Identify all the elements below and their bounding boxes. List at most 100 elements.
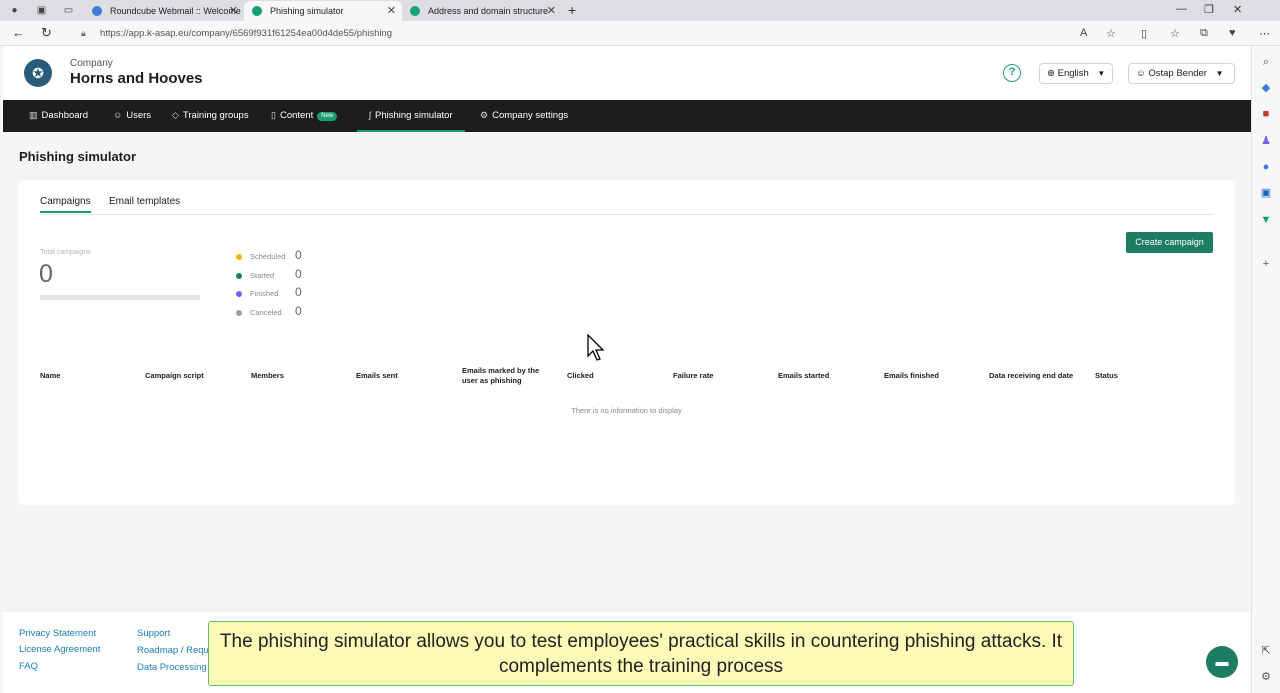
add-sidebar-icon[interactable]: + — [1260, 258, 1272, 270]
sidebar-settings-icon[interactable]: ⚙ — [1260, 671, 1272, 683]
column-emails-finished[interactable]: Emails finished — [884, 371, 939, 381]
column-data-receiving-end-date[interactable]: Data receiving end date — [989, 371, 1073, 381]
nav-label: Training groups — [182, 110, 249, 121]
new-tab-icon[interactable]: + — [568, 2, 576, 18]
tab-title: Address and domain structure — [428, 6, 549, 16]
tab-campaigns[interactable]: Campaigns — [40, 196, 91, 213]
nav-item-content[interactable]: ▯ Content New — [271, 100, 338, 132]
user-icon: ☺ — [113, 110, 123, 120]
open-external-icon[interactable]: ⇱ — [1260, 645, 1272, 657]
privacy-statement-link[interactable]: Privacy Statement — [19, 628, 96, 639]
column-failure-rate[interactable]: Failure rate — [673, 371, 713, 381]
campaigns-card: Campaigns Email templates Total campaign… — [18, 180, 1235, 505]
url-field[interactable]: 🔒︎ https://app.k-asap.eu/company/6569f93… — [76, 24, 1066, 43]
total-campaigns-value: 0 — [39, 260, 53, 288]
app-viewport: ✪ Company Horns and Hooves ? ⊕ English ▼… — [3, 46, 1251, 693]
tab-title: Roundcube Webmail :: Welcome — [110, 6, 241, 16]
faq-link[interactable]: FAQ — [19, 661, 38, 672]
close-tab-icon[interactable]: ✕ — [547, 1, 556, 21]
close-window-icon[interactable]: ✕ — [1233, 3, 1242, 16]
nav-item-users[interactable]: ☺ Users — [113, 100, 151, 132]
nav-item-dashboard[interactable]: ▥ Dashboard — [29, 100, 88, 132]
close-tab-icon[interactable]: ✕ — [387, 1, 396, 21]
column-emails-started[interactable]: Emails started — [778, 371, 829, 381]
chat-bubble-icon[interactable]: ▬ — [1206, 646, 1238, 678]
column-campaign-script[interactable]: Campaign script — [145, 371, 204, 381]
campaigns-table-header: Name Campaign script Members Emails sent… — [18, 356, 1235, 396]
bar-chart-icon: ▥ — [29, 110, 38, 120]
address-bar-row: ← ↻ 🔒︎ https://app.k-asap.eu/company/656… — [0, 21, 1280, 46]
tab-title: Phishing simulator — [270, 6, 344, 16]
tabs-divider — [40, 214, 1214, 215]
nav-label: Dashboard — [41, 110, 88, 121]
favorites-icon[interactable]: ☆ — [1170, 27, 1180, 40]
browser-tab-phishing[interactable]: Phishing simulator ✕ — [244, 1, 402, 21]
hook-icon: ʃ — [369, 110, 371, 120]
canceled-dot-icon — [236, 310, 242, 316]
globe-icon: ⊕ — [1047, 68, 1055, 79]
extensions-icon[interactable]: ♥ — [1229, 27, 1236, 39]
profile-icon[interactable]: ● — [8, 4, 21, 17]
roadmap-link[interactable]: Roadmap / Requ — [137, 645, 209, 656]
restore-icon[interactable]: ❐ — [1204, 3, 1214, 16]
browser-tab-address[interactable]: Address and domain structure ✕ — [402, 1, 562, 21]
stat-value: 0 — [295, 304, 302, 318]
language-selector[interactable]: ⊕ English ▼ — [1039, 63, 1113, 84]
drop-icon[interactable]: ▼ — [1260, 214, 1272, 226]
stat-label: Finished — [250, 289, 279, 298]
user-menu[interactable]: ☺ Ostap Bender ▼ — [1128, 63, 1235, 84]
reload-icon[interactable]: ↻ — [41, 26, 52, 40]
split-screen-icon[interactable]: ▯ — [1141, 27, 1147, 40]
new-badge: New — [317, 112, 338, 121]
copilot-icon[interactable]: ● — [1260, 161, 1272, 173]
help-icon[interactable]: ? — [1003, 64, 1021, 82]
kaspersky-favicon-icon — [410, 6, 420, 16]
stat-value: 0 — [295, 267, 302, 281]
gear-icon: ⚙ — [480, 110, 489, 120]
company-logo-icon: ✪ — [24, 59, 52, 87]
nav-item-phishing-simulator[interactable]: ʃ Phishing simulator — [357, 100, 465, 132]
collections-icon[interactable]: ⧉ — [1200, 27, 1208, 40]
nav-label: Phishing simulator — [375, 110, 453, 121]
support-link[interactable]: Support — [137, 628, 170, 639]
tools-briefcase-icon[interactable]: ■ — [1260, 108, 1272, 120]
stat-label: Canceled — [250, 308, 282, 317]
browser-sidebar: ⌕ ◆ ■ ♟ ● ▣ ▼ + ⇱ ⚙ — [1251, 46, 1280, 693]
chevron-down-icon: ▼ — [1097, 69, 1106, 78]
scheduled-dot-icon — [236, 254, 242, 260]
stat-label: Started — [250, 271, 275, 280]
favorite-star-icon[interactable]: ☆ — [1106, 27, 1116, 40]
search-icon[interactable]: ⌕ — [1260, 56, 1272, 68]
column-clicked[interactable]: Clicked — [567, 371, 594, 381]
lock-icon: 🔒︎ — [81, 28, 86, 38]
data-processing-link[interactable]: Data Processing — [137, 662, 207, 673]
minimize-icon[interactable]: — — [1176, 3, 1187, 15]
nav-item-company-settings[interactable]: ⚙ Company settings — [480, 100, 568, 132]
column-emails-sent[interactable]: Emails sent — [356, 371, 398, 381]
workspaces-icon[interactable]: ▣ — [35, 4, 48, 17]
app-header: ✪ Company Horns and Hooves ? ⊕ English ▼… — [3, 46, 1251, 100]
back-icon[interactable]: ← — [12, 26, 25, 40]
tutorial-caption: The phishing simulator allows you to tes… — [208, 621, 1074, 686]
license-agreement-link[interactable]: License Agreement — [19, 644, 100, 655]
url-text: https://app.k-asap.eu/company/6569f931f6… — [100, 28, 393, 39]
company-name: Horns and Hooves — [70, 70, 203, 87]
main-navigation: ▥ Dashboard ☺ Users ◇ Training groups ▯ Cont… — [3, 100, 1251, 132]
read-aloud-icon[interactable]: A — [1080, 27, 1087, 39]
column-name[interactable]: Name — [40, 371, 60, 381]
roundcube-favicon-icon — [92, 6, 102, 16]
tab-actions-icon[interactable]: ▭ — [62, 4, 75, 17]
more-icon[interactable]: ⋯ — [1259, 27, 1270, 40]
column-emails-marked-phishing[interactable]: Emails marked by the user as phishing — [462, 366, 552, 386]
games-icon[interactable]: ♟ — [1260, 135, 1272, 147]
nav-item-training-groups[interactable]: ◇ Training groups — [172, 100, 249, 132]
outlook-icon[interactable]: ▣ — [1260, 187, 1272, 199]
shopping-tag-icon[interactable]: ◆ — [1260, 82, 1272, 94]
create-campaign-button[interactable]: Create campaign — [1126, 232, 1213, 253]
close-tab-icon[interactable]: ✕ — [229, 1, 238, 21]
browser-tab-roundcube[interactable]: Roundcube Webmail :: Welcome ✕ — [84, 1, 244, 21]
tab-email-templates[interactable]: Email templates — [109, 196, 180, 211]
column-status[interactable]: Status — [1095, 371, 1118, 381]
nav-label: Company settings — [492, 110, 569, 121]
column-members[interactable]: Members — [251, 371, 284, 381]
